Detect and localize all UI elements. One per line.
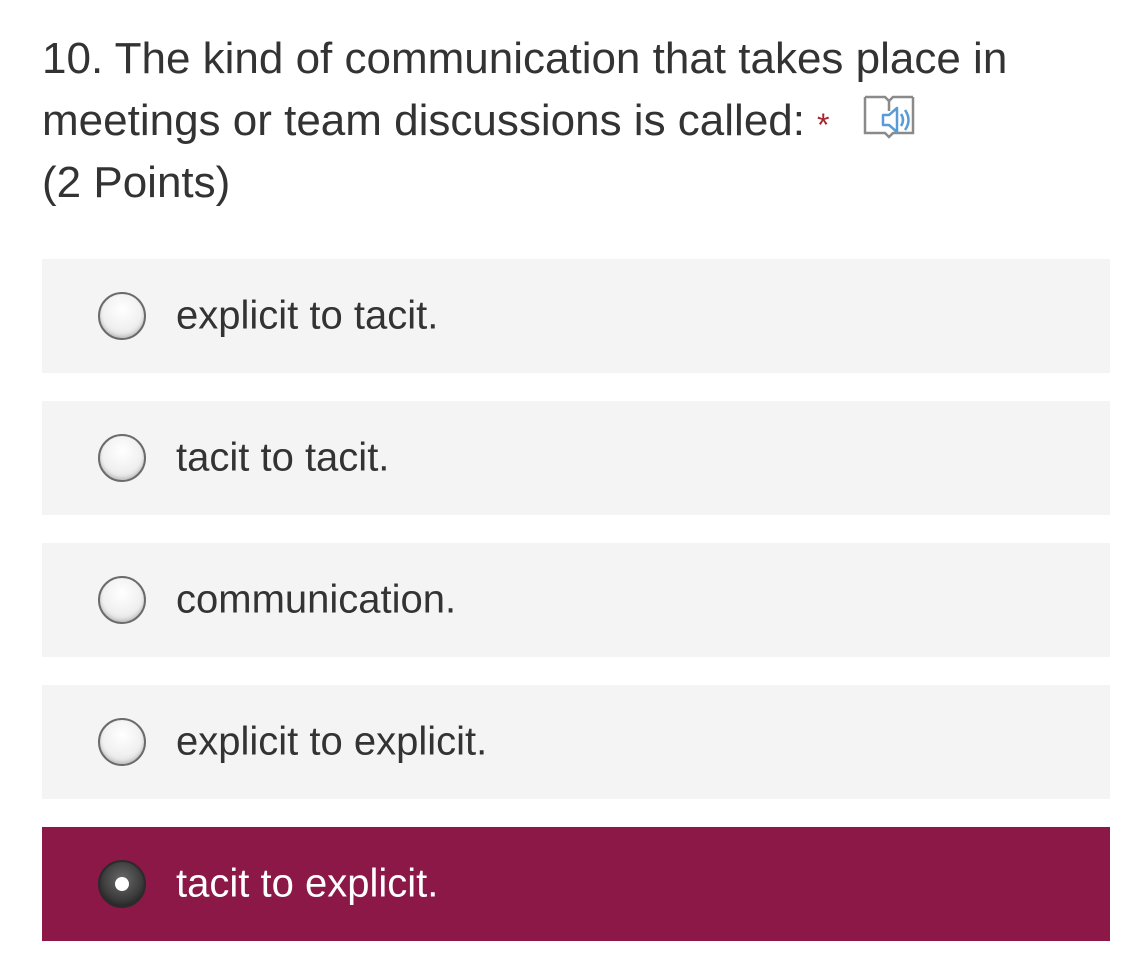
answer-option-label: explicit to tacit. [176,293,439,338]
radio-button[interactable] [98,860,146,908]
answer-option-label: tacit to explicit. [176,861,439,906]
question-title-line-2-wrapper: meetings or team discussions is called: * [42,90,1112,152]
radio-button[interactable] [98,576,146,624]
answer-options: explicit to tacit. tacit to tacit. commu… [42,259,1110,969]
answer-option[interactable]: explicit to tacit. [42,259,1110,373]
radio-dot-icon [115,877,129,891]
question-title-line-2: meetings or team discussions is called: [42,96,805,145]
question-points: (2 Points) [42,158,231,207]
immersive-reader-icon[interactable] [859,91,919,143]
question-title-line-1: 10. The kind of communication that takes… [42,34,1008,83]
radio-button[interactable] [98,292,146,340]
answer-option[interactable]: tacit to tacit. [42,401,1110,515]
answer-option-label: communication. [176,577,457,622]
answer-option-label: tacit to tacit. [176,435,390,480]
answer-option[interactable]: explicit to explicit. [42,685,1110,799]
radio-button[interactable] [98,718,146,766]
answer-option-label: explicit to explicit. [176,719,488,764]
question-block: 10. The kind of communication that takes… [42,28,1112,214]
answer-option[interactable]: tacit to explicit. [42,827,1110,941]
radio-button[interactable] [98,434,146,482]
required-mark: * [817,107,830,143]
answer-option[interactable]: communication. [42,543,1110,657]
